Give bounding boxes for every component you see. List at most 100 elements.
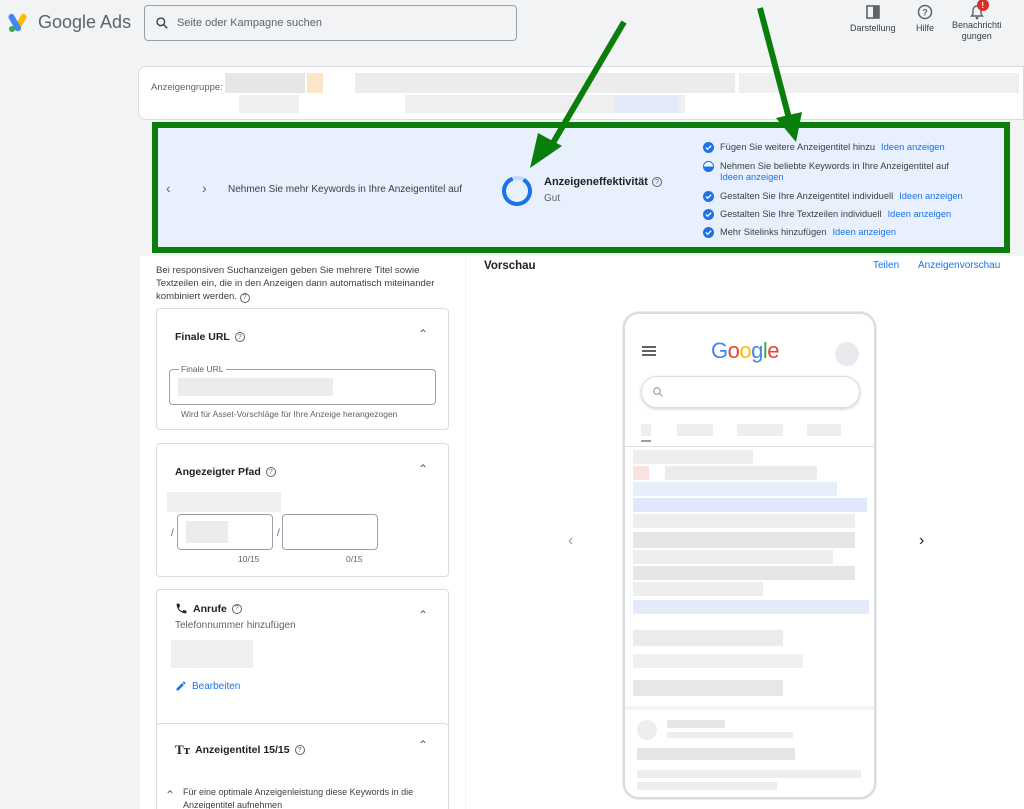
edit-label: Bearbeiten: [192, 680, 241, 692]
check-icon: [703, 227, 714, 238]
help-icon[interactable]: ?: [651, 177, 662, 187]
google-logo: Google: [711, 338, 780, 364]
tip-text: Mehr Sitelinks hinzufügen: [720, 227, 827, 237]
path2-input[interactable]: [282, 514, 378, 550]
redacted-line: [667, 732, 793, 738]
help-button[interactable]: ? Hilfe: [916, 4, 934, 34]
final-url-field-label: Finale URL: [179, 364, 226, 374]
redacted-line: [633, 514, 855, 528]
show-ideas-link[interactable]: Ideen anzeigen: [888, 209, 952, 219]
edit-calls-button[interactable]: Bearbeiten: [175, 680, 240, 692]
redacted-line: [633, 654, 803, 668]
redacted-line: [667, 720, 725, 728]
svg-text:?: ?: [922, 8, 928, 18]
headlines-title-text: Anzeigentitel 15/15: [195, 744, 290, 756]
mobile-preview-frame: Google: [623, 312, 876, 799]
redacted-phone: [171, 640, 253, 668]
notifications-button[interactable]: ! Benachrichti gungen: [952, 0, 1002, 42]
collapse-path-button[interactable]: ⌃: [418, 462, 428, 476]
ad-effectiveness-panel: ‹ › Nehmen Sie mehr Keywords in Ihre Anz…: [152, 122, 1010, 253]
result-favicon: [637, 720, 657, 740]
redacted-block: [355, 73, 735, 93]
redacted-line: [637, 782, 777, 790]
redacted-block: [239, 95, 299, 113]
preview-title: Vorschau: [484, 260, 536, 272]
tip-text: Nehmen Sie beliebte Keywords in Ihre Anz…: [720, 161, 949, 171]
preview-next-button[interactable]: ›: [919, 532, 924, 550]
adgroup-label: Anzeigengruppe:: [151, 82, 223, 93]
darstellung-button[interactable]: Darstellung: [850, 4, 896, 34]
show-ideas-link[interactable]: Ideen anzeigen: [881, 142, 945, 152]
redacted-line: [633, 582, 763, 596]
editor-intro: Bei responsiven Suchanzeigen geben Sie m…: [156, 264, 456, 303]
google-ads-logo[interactable]: Google Ads: [8, 12, 131, 33]
check-icon: [703, 191, 714, 202]
show-ideas-link[interactable]: Ideen anzeigen: [899, 191, 963, 201]
help-icon[interactable]: ?: [265, 467, 276, 477]
google-ads-icon: [8, 13, 27, 32]
pencil-icon: [176, 681, 186, 691]
collapse-headlines-button[interactable]: ⌃: [418, 738, 428, 752]
notification-badge: !: [976, 0, 989, 11]
redacted-url: [178, 378, 333, 396]
path1-input[interactable]: [177, 514, 273, 550]
preview-prev-button[interactable]: ‹: [568, 532, 573, 550]
share-button[interactable]: Teilen: [873, 260, 899, 271]
show-ideas-link[interactable]: Ideen anzeigen: [832, 227, 896, 237]
redacted-block: [739, 73, 1019, 93]
redacted-line: [633, 466, 649, 480]
effectiveness-ring-icon: [502, 176, 532, 207]
phone-icon: [176, 603, 187, 614]
redacted-line: [665, 466, 817, 480]
redacted-line: [633, 600, 869, 614]
search-icon: [156, 17, 168, 29]
search-input[interactable]: [177, 17, 497, 29]
tip-item: Gestalten Sie Ihre Anzeigentitel individ…: [703, 191, 963, 202]
search-box[interactable]: [144, 5, 517, 41]
adgroup-bar: Anzeigengruppe:: [138, 66, 1024, 120]
darstellung-label: Darstellung: [850, 23, 896, 33]
help-icon[interactable]: ?: [234, 332, 245, 342]
redacted-line: [633, 550, 833, 564]
google-logo-letter: e: [767, 338, 780, 363]
text-format-icon: Tт: [175, 742, 191, 757]
help-icon[interactable]: ?: [231, 603, 242, 614]
ad-preview-button[interactable]: Anzeigenvorschau: [918, 260, 1000, 271]
redacted-block: [225, 73, 305, 93]
final-url-card: Finale URL ? ⌃ Finale URL Wird für Asset…: [156, 308, 449, 430]
tip-item: Mehr Sitelinks hinzufügen Ideen anzeigen: [703, 227, 896, 238]
show-ideas-link[interactable]: Ideen anzeigen: [720, 172, 949, 183]
notifications-label-line2: gungen: [961, 31, 992, 41]
help-icon[interactable]: ?: [239, 292, 250, 303]
redacted-line: [633, 630, 783, 646]
final-url-title-text: Finale URL: [175, 331, 230, 343]
path1-count: 10/15: [238, 554, 260, 564]
google-logo-text: Google: [711, 338, 780, 363]
google-logo-letter: G: [711, 338, 728, 363]
path2-count: 0/15: [346, 554, 363, 564]
google-logo-letter: g: [751, 338, 763, 363]
redacted-tab: [641, 424, 651, 436]
active-tab-indicator: [641, 440, 651, 442]
help-label: Hilfe: [916, 23, 935, 33]
redacted-block: [307, 73, 323, 93]
redacted-line: [633, 450, 753, 464]
editor-intro-text: Bei responsiven Suchanzeigen geben Sie m…: [156, 265, 435, 302]
divider: [625, 446, 874, 447]
app-name: Google Ads: [38, 12, 132, 32]
next-tip-button[interactable]: ›: [202, 180, 207, 196]
collapse-keywords-button[interactable]: ⌃: [165, 788, 175, 802]
effectiveness-title: Anzeigeneffektivität ?: [544, 176, 662, 188]
final-url-input[interactable]: [169, 369, 436, 405]
redacted-path: [186, 521, 228, 543]
calls-title: Anrufe ?: [175, 602, 242, 615]
prev-tip-button[interactable]: ‹: [166, 180, 171, 196]
redacted-block: [615, 95, 679, 113]
collapse-final-url-button[interactable]: ⌃: [418, 327, 428, 341]
collapse-calls-button[interactable]: ⌃: [418, 608, 428, 622]
redacted-line: [633, 532, 855, 548]
google-logo-letter: o: [727, 338, 740, 363]
top-bar: Google Ads Darstellung ? Hilfe ! Benac: [0, 0, 1024, 60]
help-icon[interactable]: ?: [294, 745, 305, 755]
effectiveness-message: Nehmen Sie mehr Keywords in Ihre Anzeige…: [228, 184, 463, 195]
